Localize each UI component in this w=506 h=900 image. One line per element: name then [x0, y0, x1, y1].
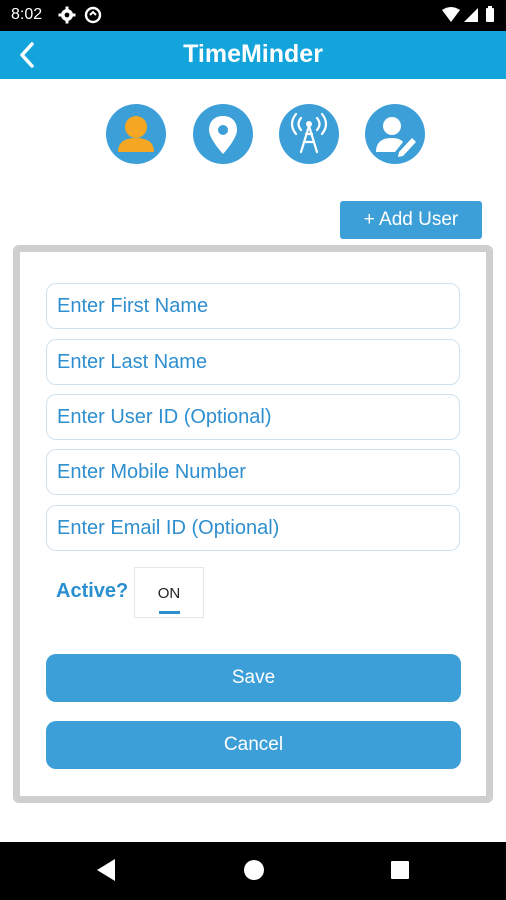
toggle-indicator — [159, 611, 180, 614]
square-recents-icon — [391, 861, 409, 879]
last-name-input[interactable]: Enter Last Name — [46, 339, 460, 385]
sync-icon — [84, 6, 102, 29]
edit-user-icon — [376, 117, 416, 157]
location-pin-icon — [209, 116, 237, 154]
first-name-input[interactable]: Enter First Name — [46, 283, 460, 329]
triangle-back-icon — [97, 859, 115, 881]
system-nav-bar — [0, 842, 506, 900]
status-indicators — [442, 6, 496, 29]
nav-recents-button[interactable] — [388, 857, 412, 888]
status-time: 8:02 — [11, 6, 43, 23]
toggle-state-text: ON — [157, 585, 181, 602]
active-label: Active? — [56, 580, 129, 602]
status-bar: 8:02 — [0, 0, 506, 31]
mobile-number-input[interactable]: Enter Mobile Number — [46, 449, 460, 495]
add-user-button[interactable]: + Add User — [340, 201, 482, 239]
email-input[interactable]: Enter Email ID (Optional) — [46, 505, 460, 551]
tab-signal[interactable] — [279, 104, 339, 164]
tab-location[interactable] — [193, 104, 253, 164]
settings-gear-icon — [58, 6, 76, 29]
circle-home-icon — [244, 860, 264, 880]
nav-back-button[interactable] — [95, 857, 117, 888]
save-button[interactable]: Save — [46, 654, 461, 702]
user-id-input[interactable]: Enter User ID (Optional) — [46, 394, 460, 440]
page-title: TimeMinder — [183, 40, 323, 68]
tab-user[interactable] — [106, 104, 166, 164]
app-bar: TimeMinder — [0, 31, 506, 79]
signal-tower-icon — [290, 112, 328, 154]
cancel-button[interactable]: Cancel — [46, 721, 461, 769]
user-icon — [118, 116, 154, 152]
active-toggle[interactable]: ON — [134, 567, 204, 618]
tab-edit-user[interactable] — [365, 104, 425, 164]
wifi-signal-battery-icon — [442, 6, 494, 22]
nav-home-button[interactable] — [241, 857, 267, 888]
